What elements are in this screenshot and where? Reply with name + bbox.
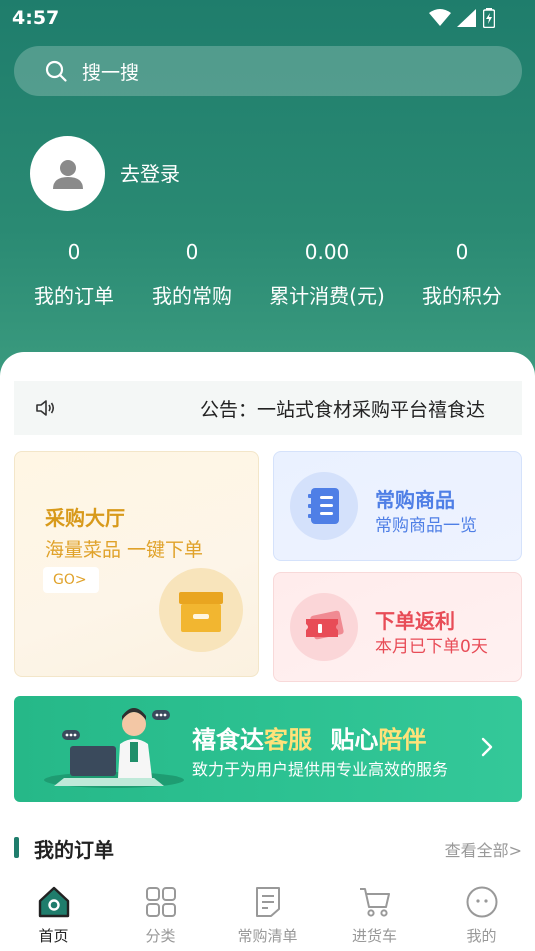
tab-label: 分类 bbox=[145, 927, 176, 945]
box-icon bbox=[179, 592, 223, 632]
login-link[interactable]: 去登录 bbox=[120, 158, 180, 187]
search-bar[interactable]: 搜一搜 bbox=[14, 46, 522, 96]
battery-icon bbox=[483, 8, 495, 28]
wifi-icon bbox=[429, 9, 451, 26]
notice-bar[interactable]: 公告：一站式食材采购平台禧食达 bbox=[14, 381, 522, 435]
tab-profile[interactable]: 我的 bbox=[428, 877, 535, 951]
customer-service-banner[interactable]: 禧食达客服 贴心陪伴 致力于为用户提供用专业高效的服务 bbox=[14, 696, 522, 802]
order-rebate-card[interactable]: 下单返利 本月已下单0天 bbox=[273, 572, 522, 682]
my-orders-section-header: 我的订单 查看全部> bbox=[14, 834, 522, 862]
box-icon-circle bbox=[159, 568, 243, 652]
stat-value: 0 bbox=[185, 240, 199, 264]
go-button[interactable]: GO> bbox=[43, 567, 99, 593]
search-icon bbox=[45, 60, 67, 82]
section-accent-bar bbox=[14, 837, 19, 858]
notebook-icon bbox=[308, 488, 339, 524]
notice-text: 公告：一站式食材采购平台禧食达 bbox=[200, 399, 486, 421]
tab-cart[interactable]: 进货车 bbox=[321, 877, 428, 951]
grid-icon bbox=[146, 887, 176, 917]
purchase-hall-card[interactable]: 采购大厅 海量菜品 一键下单 GO> bbox=[14, 451, 259, 677]
stat-value: 0 bbox=[455, 240, 469, 264]
regular-goods-card[interactable]: 常购商品 常购商品一览 bbox=[273, 451, 522, 561]
banner-title-highlight: 陪伴 bbox=[378, 726, 427, 754]
regular-goods-title: 常购商品 bbox=[375, 488, 455, 512]
tab-home[interactable]: 首页 bbox=[0, 877, 107, 951]
search-placeholder: 搜一搜 bbox=[82, 61, 140, 84]
status-bar: 4:57 bbox=[0, 0, 535, 36]
tab-category[interactable]: 分类 bbox=[107, 877, 214, 951]
order-rebate-title: 下单返利 bbox=[375, 609, 455, 633]
view-all-link[interactable]: 查看全部> bbox=[445, 837, 522, 861]
chevron-right-icon bbox=[481, 737, 493, 757]
status-time: 4:57 bbox=[12, 7, 60, 29]
speaker-icon bbox=[36, 400, 55, 416]
stat-my-regular[interactable]: 0 我的常购 bbox=[127, 240, 257, 309]
stat-label: 我的常购 bbox=[152, 284, 232, 308]
cart-icon bbox=[360, 888, 390, 917]
stat-my-orders[interactable]: 0 我的订单 bbox=[9, 240, 139, 309]
stat-value: 0.00 bbox=[304, 240, 350, 264]
tab-label: 进货车 bbox=[351, 927, 397, 945]
stat-my-points[interactable]: 0 我的积分 bbox=[397, 240, 527, 309]
notebook-icon-circle bbox=[290, 472, 358, 540]
profile-icon bbox=[466, 886, 498, 918]
avatar[interactable] bbox=[30, 136, 105, 211]
banner-title: 禧食达客服 贴心陪伴 bbox=[192, 720, 426, 755]
purchase-hall-title: 采购大厅 bbox=[45, 506, 125, 530]
customer-service-illustration bbox=[44, 708, 184, 788]
banner-title-part: 禧食达 bbox=[192, 726, 264, 754]
stat-value: 0 bbox=[67, 240, 81, 264]
bottom-tab-bar: 首页 分类 常购清单 进货车 我的 bbox=[0, 877, 535, 951]
stat-total-spend[interactable]: 0.00 累计消费(元) bbox=[262, 240, 392, 309]
banner-title-part: 贴心 bbox=[330, 726, 379, 754]
stat-label: 我的积分 bbox=[422, 284, 502, 308]
user-icon bbox=[52, 159, 83, 189]
regular-goods-subtitle: 常购商品一览 bbox=[375, 516, 477, 536]
tab-label: 常购清单 bbox=[237, 927, 298, 945]
order-rebate-subtitle: 本月已下单0天 bbox=[375, 637, 488, 657]
stat-label: 累计消费(元) bbox=[269, 284, 385, 308]
banner-subtitle: 致力于为用户提供用专业高效的服务 bbox=[192, 760, 449, 779]
tab-regular-list[interactable]: 常购清单 bbox=[214, 877, 321, 951]
ticket-icon bbox=[306, 610, 344, 640]
section-title: 我的订单 bbox=[34, 838, 114, 862]
purchase-hall-subtitle: 海量菜品 一键下单 bbox=[45, 539, 204, 561]
home-icon bbox=[38, 886, 70, 918]
tab-label: 我的 bbox=[466, 927, 497, 945]
tab-label: 首页 bbox=[38, 927, 69, 945]
signal-icon bbox=[457, 9, 476, 27]
status-icons bbox=[429, 8, 495, 28]
stat-label: 我的订单 bbox=[34, 284, 114, 308]
ticket-icon-circle bbox=[290, 593, 358, 661]
banner-title-highlight: 客服 bbox=[264, 726, 312, 754]
list-icon bbox=[256, 887, 280, 917]
